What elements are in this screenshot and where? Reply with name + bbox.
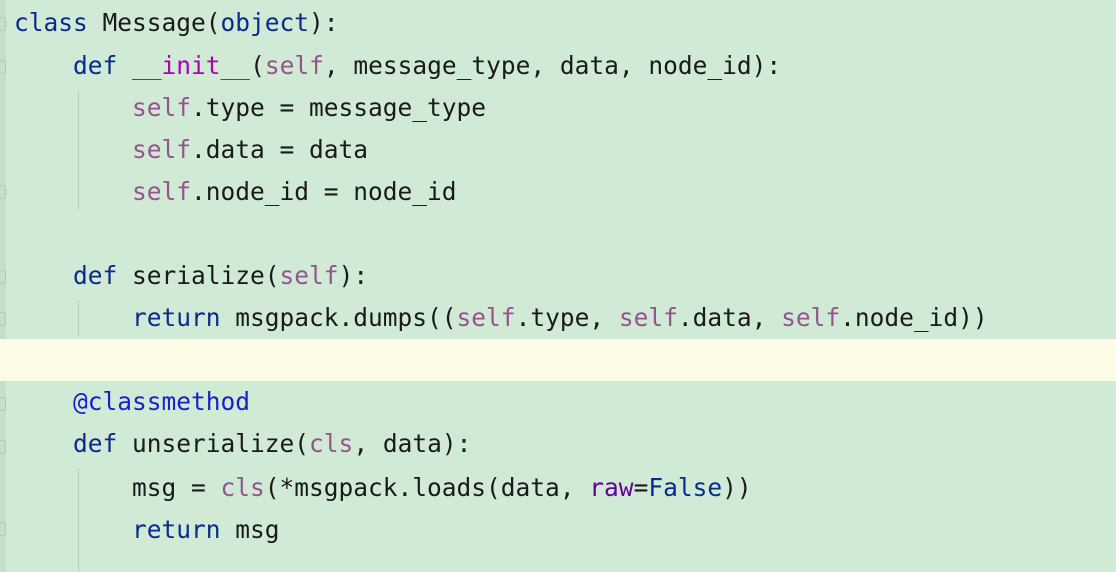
fold-marker-icon[interactable] bbox=[0, 270, 6, 284]
code-token: serialize( bbox=[117, 261, 280, 290]
current-line-highlight bbox=[0, 339, 1116, 381]
code-token: object bbox=[220, 8, 310, 37]
code-token: msgpack.dumps(( bbox=[220, 303, 457, 332]
fold-marker-icon[interactable] bbox=[0, 17, 6, 31]
code-token: ( bbox=[250, 51, 265, 80]
code-token: msg = bbox=[14, 473, 221, 502]
code-token: .data = data bbox=[191, 135, 369, 164]
code-token: self bbox=[781, 303, 841, 332]
fold-marker-icon[interactable] bbox=[0, 60, 6, 74]
fold-gutter bbox=[0, 0, 6, 572]
code-token: .type, bbox=[515, 303, 619, 332]
code-line[interactable]: self.node_id = node_id bbox=[14, 176, 457, 208]
code-token: cls bbox=[309, 429, 354, 458]
code-token: @classmethod bbox=[73, 387, 251, 416]
code-token: .data, bbox=[677, 303, 782, 332]
code-token: self bbox=[456, 303, 516, 332]
fold-marker-icon[interactable] bbox=[0, 522, 6, 536]
code-line[interactable]: def serialize(self): bbox=[14, 260, 368, 292]
code-token: self bbox=[132, 177, 192, 206]
code-token: unserialize( bbox=[117, 429, 310, 458]
code-token: self bbox=[618, 303, 678, 332]
code-token: self bbox=[264, 51, 324, 80]
code-token: .node_id)) bbox=[840, 303, 988, 332]
code-editor[interactable]: class Message(object): def __init__(self… bbox=[0, 0, 1116, 572]
code-line[interactable]: self.type = message_type bbox=[14, 92, 486, 124]
code-token: __init__ bbox=[132, 51, 251, 80]
fold-marker-icon[interactable] bbox=[0, 397, 6, 411]
code-line[interactable]: def unserialize(cls, data): bbox=[14, 428, 471, 460]
code-token: return bbox=[132, 303, 221, 332]
code-token: , data): bbox=[353, 429, 472, 458]
code-token: self bbox=[132, 135, 192, 164]
code-token: return bbox=[132, 515, 221, 544]
code-token: (*msgpack.loads(data, bbox=[264, 473, 590, 502]
code-token: def bbox=[73, 51, 118, 80]
code-token: cls bbox=[220, 473, 265, 502]
code-line[interactable]: return msg bbox=[14, 514, 280, 546]
code-line[interactable]: @classmethod bbox=[14, 386, 250, 418]
code-token: self bbox=[132, 93, 192, 122]
code-token: msg bbox=[220, 515, 280, 544]
code-token: .type = message_type bbox=[191, 93, 487, 122]
code-line[interactable]: class Message(object): bbox=[14, 7, 339, 39]
code-token: class bbox=[14, 8, 88, 37]
code-token: ): bbox=[309, 8, 339, 37]
code-line[interactable]: return msgpack.dumps((self.type, self.da… bbox=[14, 302, 988, 334]
code-line[interactable]: def __init__(self, message_type, data, n… bbox=[14, 50, 781, 82]
code-token: raw bbox=[589, 473, 634, 502]
fold-marker-icon[interactable] bbox=[0, 185, 6, 199]
code-token: )) bbox=[722, 473, 752, 502]
code-token: def bbox=[73, 261, 118, 290]
code-token: , message_type, data, node_id): bbox=[323, 51, 782, 80]
code-token: .node_id = node_id bbox=[191, 177, 457, 206]
code-token: self bbox=[279, 261, 339, 290]
code-token: Message( bbox=[87, 8, 221, 37]
code-token: False bbox=[648, 473, 723, 502]
code-token: = bbox=[633, 473, 649, 502]
code-line[interactable]: msg = cls(*msgpack.loads(data, raw=False… bbox=[14, 472, 752, 504]
code-line[interactable]: self.data = data bbox=[14, 134, 368, 166]
fold-marker-icon[interactable] bbox=[0, 440, 6, 454]
code-token: ): bbox=[338, 261, 369, 290]
fold-marker-icon[interactable] bbox=[0, 312, 6, 326]
code-token: def bbox=[73, 429, 118, 458]
